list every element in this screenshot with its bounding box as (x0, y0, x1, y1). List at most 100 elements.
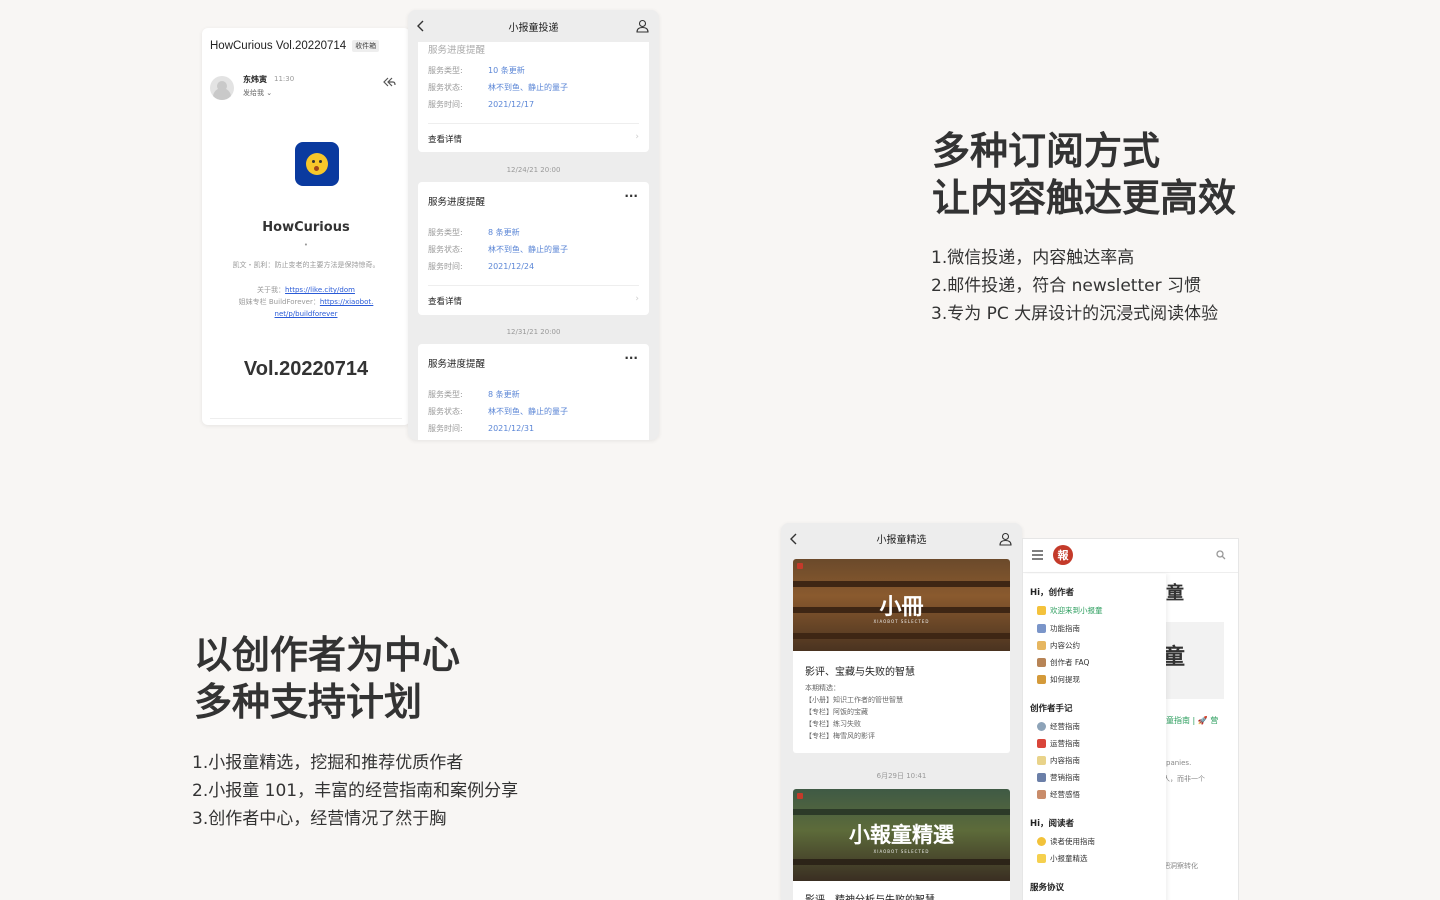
selected-articles-phone: 小报童精选 小冊 XIAOBOT SELECTED 影评、宝藏与失败的智慧 本期… (781, 523, 1022, 900)
user-profile-icon[interactable] (999, 532, 1012, 546)
hamburger-menu-icon[interactable] (1032, 550, 1043, 560)
section2-feature-1: 1.小报童精选，挖掘和推荐优质作者 (192, 753, 464, 773)
view-detail-link[interactable]: 查看详情 (428, 133, 462, 145)
issue-volume: Vol.20220714 (243, 358, 369, 380)
article-card-2[interactable]: 小報童精選 XIAOBOT SELECTED 影评、精神分析与失败的智慧 (793, 789, 1010, 900)
svc-status-row: 服务状态: 林不到鱼、静止的量子 (428, 245, 568, 254)
cover-subtitle: XIAOBOT SELECTED (873, 619, 930, 624)
sidebar-item-operations[interactable]: 运营指南 (1037, 738, 1080, 749)
sidebar-item-marketing[interactable]: 营销指南 (1037, 772, 1080, 783)
compass-icon (1037, 722, 1046, 731)
back-arrow-icon[interactable] (417, 20, 425, 32)
view-detail-link[interactable]: 查看详情 (428, 295, 462, 307)
sidebar-item-content[interactable]: 内容指南 (1037, 755, 1080, 766)
chat-title: 小报童投递 (508, 22, 559, 34)
svc-status-row: 服务状态: 林不到鱼、静止的量子 (428, 407, 568, 416)
about-link[interactable]: https://like.city/dom (285, 286, 355, 294)
wechat-delivery-phone: 服务进度提醒 服务类型: 10 条更新 服务状态: 林不到鱼、静止的量子 服务时间:… (408, 10, 659, 440)
selected-title: 小报童精选 (876, 534, 927, 546)
more-options-icon[interactable]: ··· (624, 190, 638, 202)
party-icon (1037, 606, 1046, 615)
background-heading: 童 (1166, 583, 1184, 604)
article-line: 【小册】知识工作者的管世智慧 (805, 696, 903, 704)
desktop-reader-window: 報 童 童 童指南 | 🚀 营 panies. 人，而非一个 把洞察转化 Hi，… (1022, 538, 1239, 900)
flag-icon (1037, 641, 1046, 650)
article-line: 【专栏】练习失败 (805, 720, 861, 728)
timestamp: 12/31/21 20:00 (506, 328, 561, 336)
sidebar-item-faq[interactable]: 创作者 FAQ (1037, 657, 1089, 668)
desktop-header: 報 (1023, 539, 1238, 573)
brand-description: 凯文・凯利：防止变老的主要方法是保持惊奇。 (232, 261, 380, 269)
section2-heading-1: 以创作者为中心 (194, 633, 461, 677)
search-icon[interactable] (1216, 550, 1226, 560)
sidebar: Hi，创作者 欢迎来到小报童 功能指南 内容公约 创作者 FAQ 如何提现 创作… (1023, 574, 1166, 900)
sidebar-section-terms[interactable]: 服务协议 (1030, 881, 1064, 893)
chat-header: 小报童投递 (408, 10, 659, 42)
background-link[interactable]: 童指南 | 🚀 营 (1166, 715, 1218, 726)
background-text: 人，而非一个 (1163, 775, 1205, 783)
red-badge-icon (797, 563, 803, 569)
sidebar-item-business[interactable]: 经营指南 (1037, 721, 1080, 732)
section2-heading-2: 多种支持计划 (194, 680, 423, 724)
recipient-dropdown[interactable]: 发给我 ⌄ (243, 88, 272, 98)
article-cover-image: 小報童精選 XIAOBOT SELECTED (793, 789, 1010, 881)
section2-feature-2: 2.小报童 101，丰富的经营指南和案例分享 (192, 781, 519, 801)
background-heading: 童 (1163, 645, 1186, 670)
user-profile-icon[interactable] (636, 19, 649, 33)
memo-icon (1037, 756, 1046, 765)
sidebar-item-withdraw[interactable]: 如何提现 (1037, 674, 1080, 685)
column-link-cont[interactable]: net/p/buildforever (275, 310, 338, 318)
back-arrow-icon[interactable] (790, 533, 798, 545)
sidebar-item-reader-guide[interactable]: 读者使用指南 (1037, 836, 1095, 847)
sender-avatar (210, 76, 234, 100)
bowl-icon (1037, 624, 1046, 633)
svc-type-row: 服务类型: 10 条更新 (428, 66, 525, 75)
article-title: 影评、精神分析与失败的智慧 (805, 891, 935, 900)
sidebar-item-welcome[interactable]: 欢迎来到小报童 (1037, 605, 1103, 616)
card-divider (428, 123, 639, 124)
card-title: 服务进度提醒 (428, 359, 486, 370)
section1-heading-2: 让内容触达更高效 (932, 176, 1237, 220)
card-title-cut: 服务进度提醒 (428, 45, 486, 56)
howcurious-logo (295, 142, 339, 186)
section1-heading-1: 多种订阅方式 (932, 129, 1161, 173)
svc-type-row: 服务类型: 8 条更新 (428, 228, 520, 237)
surprised-face-icon (306, 153, 328, 175)
chevron-right-icon: › (635, 132, 639, 142)
sidebar-item-selected[interactable]: 小报童精选 (1037, 853, 1088, 864)
cover-title: 小報童精選 (849, 823, 954, 847)
sidebar-section-reader: Hi，阅读者 (1030, 819, 1075, 829)
sidebar-item-features[interactable]: 功能指南 (1037, 623, 1080, 634)
chevron-right-icon: › (635, 294, 639, 304)
pushpin-icon (1037, 739, 1046, 748)
column-link[interactable]: https://xiaobot. (320, 298, 373, 306)
svc-type-row: 服务类型: 8 条更新 (428, 390, 520, 399)
article-title: 影评、宝藏与失败的智慧 (805, 667, 915, 678)
sidebar-item-insights[interactable]: 经营感悟 (1037, 789, 1080, 800)
background-text: panies. (1166, 759, 1192, 767)
sender-name: 东炜寅 (243, 75, 267, 84)
section1-feature-3: 3.专为 PC 大屏设计的沉浸式阅读体验 (931, 304, 1219, 324)
column-line: 姐妹专栏 BuildForever：https://xiaobot. (238, 298, 374, 306)
meditation-icon (1037, 790, 1046, 799)
article-card-1[interactable]: 小冊 XIAOBOT SELECTED 影评、宝藏与失败的智慧 本期精选： 【小… (793, 559, 1010, 753)
xiaobaotong-logo[interactable]: 報 (1053, 545, 1073, 565)
svc-time-row: 服务时间: 2021/12/31 (428, 424, 535, 433)
more-options-icon[interactable]: ··· (624, 352, 638, 364)
sidebar-item-policy[interactable]: 内容公约 (1037, 640, 1080, 651)
article-cover-image: 小冊 XIAOBOT SELECTED (793, 559, 1010, 651)
reply-all-icon[interactable] (382, 75, 396, 89)
timestamp: 12/24/21 20:00 (506, 166, 561, 174)
card-divider (428, 285, 639, 286)
rocket-icon (1037, 773, 1046, 782)
cover-subtitle: XIAOBOT SELECTED (873, 849, 930, 854)
inbox-tag: 收件箱 (352, 40, 380, 52)
timestamp: 6月29日 10:41 (876, 772, 927, 780)
article-line: 本期精选： (805, 684, 840, 692)
sender-time: 11:30 (274, 75, 295, 83)
article-line: 【专栏】阿饭的宝藏 (805, 708, 868, 716)
brand-dot: • (303, 241, 309, 249)
money-bag-icon (1037, 675, 1046, 684)
svc-time-row: 服务时间: 2021/12/24 (428, 262, 535, 271)
email-preview-card: HowCurious Vol.20220714 收件箱 东炜寅 11:30 发给我… (202, 28, 410, 425)
